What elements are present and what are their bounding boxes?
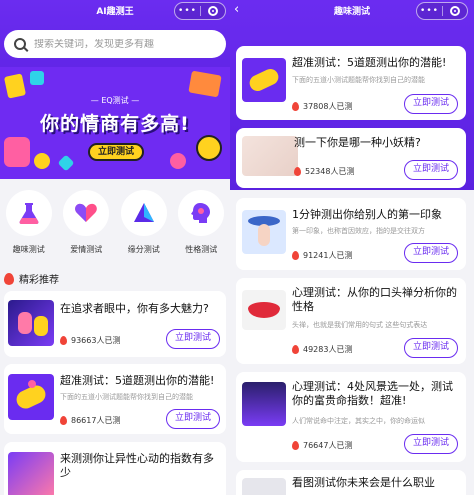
start-test-button[interactable]: 立即测试 <box>166 329 220 349</box>
flame-icon <box>60 336 67 345</box>
flask-icon <box>5 190 52 236</box>
flame-icon <box>294 167 301 176</box>
decor-shape <box>4 137 30 167</box>
card-thumbnail <box>242 478 286 495</box>
category-fate[interactable]: 缘分测试 <box>118 190 170 260</box>
category-fun[interactable]: 趣味测试 <box>3 190 55 260</box>
card-description: 下面的五道小测试题能帮你找到自己的潜能 <box>60 393 193 401</box>
test-card[interactable]: 来测测你让异性心动的指数有多少 <box>4 442 226 495</box>
card-count: 86617人已测 <box>60 415 120 426</box>
start-test-button[interactable]: 立即测试 <box>404 243 458 263</box>
mini-program-capsule: ••• <box>416 2 468 20</box>
card-description: 下面的五道小测试题能帮你找到自己的潜能 <box>292 76 425 84</box>
decor-shape <box>57 154 75 172</box>
test-card[interactable]: 1分钟测出你给别人的第一印象 第一印象，也称首因效应，指的是交往双方 91241… <box>236 198 466 270</box>
category-row: 趣味测试 爱情测试 缘分测试 性格测试 <box>0 190 230 260</box>
card-title: 测一下你是哪一种小妖精? <box>294 136 421 149</box>
card-thumbnail <box>242 382 286 426</box>
test-card[interactable]: 心理测试：4处风景选一处，测试你的富贵命指数！超准! 人们常说命中注定，其实之中… <box>236 372 466 462</box>
category-label: 趣味测试 <box>12 245 45 254</box>
fun-test-screen: ‹ 趣味测试 ••• 超准测试：5道题测出你的潜能! 下面的五道小测试题能帮你找… <box>230 0 474 495</box>
smiley-icon <box>196 135 222 161</box>
flame-icon <box>292 251 299 260</box>
card-count: 76647人已测 <box>292 440 352 451</box>
card-count: 93663人已测 <box>60 335 120 346</box>
flame-icon <box>4 272 14 285</box>
search-input[interactable] <box>34 38 214 50</box>
search-bar[interactable] <box>4 30 226 58</box>
flame-icon <box>292 102 299 111</box>
card-thumbnail <box>242 136 298 176</box>
section-title: 精彩推荐 <box>4 271 59 286</box>
navbar: AI趣测王 ••• <box>0 0 230 22</box>
triangle-icon <box>120 190 167 236</box>
category-personality[interactable]: 性格测试 <box>175 190 227 260</box>
start-test-button[interactable]: 立即测试 <box>404 94 458 114</box>
test-card[interactable]: 心理测试：从你的口头禅分析你的性格 头禅，也就是我们常用的句式 这些句式表达 4… <box>236 278 466 364</box>
more-icon[interactable]: ••• <box>175 6 200 16</box>
decor-shape <box>188 70 222 98</box>
card-title: 在追求者眼中，你有多大魅力? <box>60 302 209 315</box>
test-card[interactable]: 在追求者眼中，你有多大魅力? 93663人已测 立即测试 <box>4 291 226 357</box>
test-card[interactable]: 看图测试你未来会是什么职业 <box>236 470 466 495</box>
decor-shape <box>30 71 44 85</box>
card-title: 来测测你让异性心动的指数有多少 <box>60 452 214 479</box>
banner-subtitle: — EQ测试 — <box>90 96 140 105</box>
decor-shape <box>34 153 50 169</box>
test-card[interactable]: 超准测试：5道题测出你的潜能! 下面的五道小测试题能帮你找到自己的潜能 3780… <box>236 46 466 120</box>
flame-icon <box>292 345 299 354</box>
category-label: 缘分测试 <box>127 245 160 254</box>
start-test-button[interactable]: 立即测试 <box>166 409 220 429</box>
card-count: 49283人已测 <box>292 344 352 355</box>
category-label: 爱情测试 <box>70 245 103 254</box>
head-icon <box>178 190 225 236</box>
card-count: 37808人已测 <box>292 101 352 112</box>
test-card[interactable]: 测一下你是哪一种小妖精? 52348人已测 立即测试 <box>236 128 466 188</box>
card-count: 91241人已测 <box>292 250 352 261</box>
card-title: 心理测试：从你的口头禅分析你的性格 <box>292 286 457 313</box>
card-description: 人们常说命中注定，其实之中，你的命运似 <box>292 417 425 425</box>
card-thumbnail <box>8 452 54 495</box>
start-test-button[interactable]: 立即测试 <box>404 160 458 180</box>
category-label: 性格测试 <box>185 245 218 254</box>
mini-program-capsule: ••• <box>174 2 226 20</box>
card-title: 超准测试：5道题测出你的潜能! <box>292 56 447 69</box>
close-target-icon[interactable] <box>201 6 225 16</box>
card-thumbnail <box>8 300 54 346</box>
card-title: 超准测试：5道题测出你的潜能! <box>60 374 215 387</box>
card-count: 52348人已测 <box>294 166 354 177</box>
banner-test-button[interactable]: 立即测试 <box>88 143 144 161</box>
banner-headline: 你的情商有多高! <box>40 113 190 135</box>
heart-icon <box>170 153 186 169</box>
card-thumbnail <box>242 58 286 102</box>
card-description: 第一印象，也称首因效应，指的是交往双方 <box>292 227 425 235</box>
card-title: 看图测试你未来会是什么职业 <box>292 476 435 489</box>
more-icon[interactable]: ••• <box>417 6 442 16</box>
card-thumbnail <box>8 374 54 420</box>
eq-test-banner[interactable]: — EQ测试 — 你的情商有多高! 立即测试 <box>0 67 230 179</box>
category-love[interactable]: 爱情测试 <box>60 190 112 260</box>
start-test-button[interactable]: 立即测试 <box>404 434 458 454</box>
start-test-button[interactable]: 立即测试 <box>404 338 458 358</box>
flame-icon <box>60 416 67 425</box>
card-title: 心理测试：4处风景选一处，测试你的富贵命指数！超准! <box>292 380 453 407</box>
card-thumbnail <box>242 210 286 254</box>
card-title: 1分钟测出你给别人的第一印象 <box>292 208 442 221</box>
heart-icon <box>63 190 110 236</box>
search-icon <box>14 38 26 50</box>
home-screen: AI趣测王 ••• — EQ测试 — 你的情商有多高! 立即测试 趣味测试 <box>0 0 230 495</box>
test-card[interactable]: 超准测试：5道题测出你的潜能! 下面的五道小测试题能帮你找到自己的潜能 8661… <box>4 364 226 434</box>
card-thumbnail <box>242 290 286 330</box>
close-target-icon[interactable] <box>443 6 467 16</box>
card-description: 头禅，也就是我们常用的句式 这些句式表达 <box>292 321 428 329</box>
flame-icon <box>292 441 299 450</box>
navbar: ‹ 趣味测试 ••• <box>230 0 474 22</box>
